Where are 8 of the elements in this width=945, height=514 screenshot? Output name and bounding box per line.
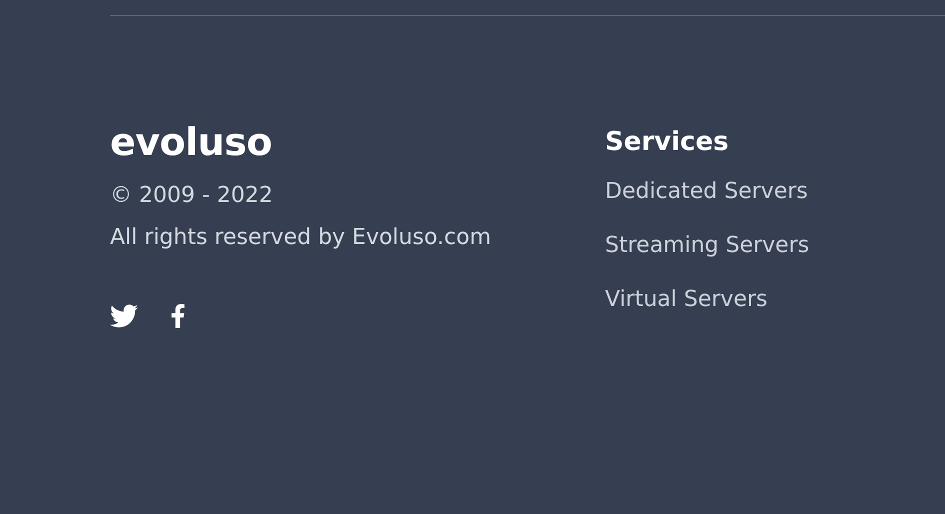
twitter-icon[interactable] (110, 302, 138, 330)
service-link[interactable]: Virtual Servers (605, 286, 768, 314)
services-heading: Services (605, 126, 729, 158)
rights-text: All rights reserved by Evoluso.com (110, 224, 491, 252)
copyright-text: © 2009 - 2022 (110, 182, 273, 210)
logo: evoluso (110, 120, 272, 164)
service-link[interactable]: Dedicated Servers (605, 178, 808, 206)
service-link[interactable]: Streaming Servers (605, 232, 810, 260)
